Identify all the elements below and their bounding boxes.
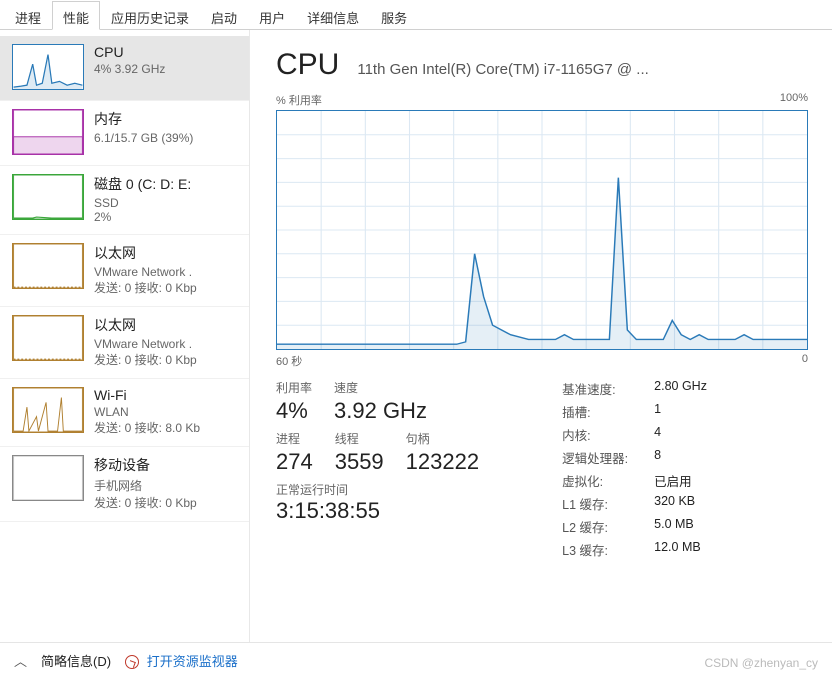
spec-key: 基准速度: [562, 379, 654, 398]
sidebar-item-CPU[interactable]: CPU 4% 3.92 GHz [0, 36, 249, 101]
uptime-value: 3:15:38:55 [276, 498, 534, 524]
spec-value: 1 [654, 402, 661, 421]
spec-key: 插槽: [562, 402, 654, 421]
handles-value: 123222 [406, 449, 479, 475]
sidebar-item-sub: 6.1/15.7 GB (39%) [94, 131, 239, 145]
spec-value: 12.0 MB [654, 540, 701, 559]
spec-key: L1 缓存: [562, 494, 654, 513]
spec-row: 插槽:1 [562, 402, 808, 421]
tab-进程[interactable]: 进程 [4, 1, 52, 30]
page-title: CPU [276, 48, 339, 82]
spec-row: 内核:4 [562, 425, 808, 444]
chart-xmin: 60 秒 [276, 353, 302, 369]
processes-label: 进程 [276, 430, 313, 447]
resource-monitor-icon [125, 655, 139, 669]
sidebar-item-磁盘 0 (C: D: E:[interactable]: 磁盘 0 (C: D: E:SSD2% [0, 166, 249, 235]
thumb-chart-icon [12, 44, 84, 90]
chevron-up-icon[interactable]: ︿ [14, 651, 27, 670]
tab-bar: 进程性能应用历史记录启动用户详细信息服务 [0, 0, 832, 30]
sidebar-item-sub2: 发送: 0 接收: 8.0 Kb [94, 419, 239, 436]
tab-服务[interactable]: 服务 [370, 1, 418, 30]
sidebar-item-sub2: 发送: 0 接收: 0 Kbp [94, 351, 239, 368]
watermark: CSDN @zhenyan_cy [704, 656, 818, 670]
sidebar-item-title: 磁盘 0 (C: D: E: [94, 174, 239, 194]
sidebar-item-sub2: 2% [94, 210, 239, 224]
spec-value: 8 [654, 448, 661, 467]
sidebar-item-sub: VMware Network . [94, 337, 239, 351]
spec-key: L3 缓存: [562, 540, 654, 559]
performance-sidebar: CPU 4% 3.92 GHz 内存 6.1/15.7 GB (39%) 磁盘 0 (C… [0, 30, 250, 642]
spec-row: L1 缓存:320 KB [562, 494, 808, 513]
open-resource-monitor-link[interactable]: 打开资源监视器 [125, 651, 238, 670]
tab-用户[interactable]: 用户 [248, 1, 296, 30]
utilization-value: 4% [276, 398, 312, 424]
uptime-label: 正常运行时间 [276, 481, 534, 498]
main-panel: CPU 11th Gen Intel(R) Core(TM) i7-1165G7… [250, 30, 832, 642]
sidebar-item-内存[interactable]: 内存 6.1/15.7 GB (39%) [0, 101, 249, 166]
cpu-utilization-chart [276, 110, 808, 350]
sidebar-item-title: 移动设备 [94, 455, 239, 475]
sidebar-item-sub2: 发送: 0 接收: 0 Kbp [94, 279, 239, 296]
spec-row: L2 缓存:5.0 MB [562, 517, 808, 536]
thumb-chart-icon [12, 174, 84, 220]
sidebar-item-sub: VMware Network . [94, 265, 239, 279]
utilization-label: 利用率 [276, 379, 312, 396]
threads-label: 线程 [335, 430, 384, 447]
tab-启动[interactable]: 启动 [200, 1, 248, 30]
spec-value: 320 KB [654, 494, 695, 513]
sidebar-item-sub: SSD [94, 196, 239, 210]
threads-value: 3559 [335, 449, 384, 475]
spec-key: 虚拟化: [562, 471, 654, 490]
spec-value: 4 [654, 425, 661, 444]
spec-row: L3 缓存:12.0 MB [562, 540, 808, 559]
spec-row: 基准速度:2.80 GHz [562, 379, 808, 398]
sidebar-item-title: 以太网 [94, 243, 239, 263]
brief-info-link[interactable]: 简略信息(D) [41, 651, 111, 670]
chart-xmax: 0 [802, 353, 808, 369]
sidebar-item-sub2: 发送: 0 接收: 0 Kbp [94, 494, 239, 511]
spec-key: 内核: [562, 425, 654, 444]
spec-value: 5.0 MB [654, 517, 694, 536]
sidebar-item-Wi-Fi[interactable]: Wi-Fi WLAN发送: 0 接收: 8.0 Kb [0, 379, 249, 447]
tab-详细信息[interactable]: 详细信息 [296, 1, 370, 30]
thumb-chart-icon [12, 243, 84, 289]
sidebar-item-以太网[interactable]: 以太网 VMware Network .发送: 0 接收: 0 Kbp [0, 235, 249, 307]
spec-row: 逻辑处理器:8 [562, 448, 808, 467]
sidebar-item-title: 内存 [94, 109, 239, 129]
thumb-chart-icon [12, 387, 84, 433]
sidebar-item-sub: WLAN [94, 405, 239, 419]
tab-应用历史记录[interactable]: 应用历史记录 [100, 1, 200, 30]
cpu-model: 11th Gen Intel(R) Core(TM) i7-1165G7 @ .… [357, 61, 808, 78]
sidebar-item-title: Wi-Fi [94, 387, 239, 403]
tab-性能[interactable]: 性能 [52, 1, 100, 30]
sidebar-item-以太网[interactable]: 以太网 VMware Network .发送: 0 接收: 0 Kbp [0, 307, 249, 379]
thumb-chart-icon [12, 315, 84, 361]
cpu-specs: 基准速度:2.80 GHz插槽:1内核:4逻辑处理器:8虚拟化:已启用L1 缓存… [562, 379, 808, 563]
spec-row: 虚拟化:已启用 [562, 471, 808, 490]
chart-ymax: 100% [780, 92, 808, 108]
sidebar-item-title: 以太网 [94, 315, 239, 335]
speed-value: 3.92 GHz [334, 398, 427, 424]
sidebar-item-sub: 手机网络 [94, 477, 239, 494]
thumb-chart-icon [12, 455, 84, 501]
speed-label: 速度 [334, 379, 427, 396]
sidebar-item-sub: 4% 3.92 GHz [94, 62, 239, 76]
spec-value: 已启用 [654, 471, 692, 490]
spec-key: 逻辑处理器: [562, 448, 654, 467]
chart-ylabel: % 利用率 [276, 92, 322, 108]
thumb-chart-icon [12, 109, 84, 155]
handles-label: 句柄 [406, 430, 479, 447]
spec-key: L2 缓存: [562, 517, 654, 536]
sidebar-item-title: CPU [94, 44, 239, 60]
spec-value: 2.80 GHz [654, 379, 707, 398]
sidebar-item-移动设备[interactable]: 移动设备手机网络发送: 0 接收: 0 Kbp [0, 447, 249, 522]
processes-value: 274 [276, 449, 313, 475]
